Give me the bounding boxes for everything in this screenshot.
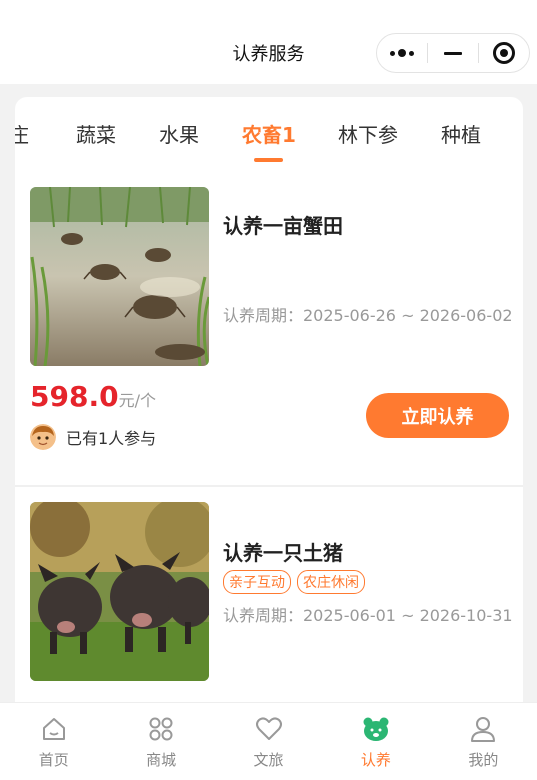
adopt-now-button[interactable]: 立即认养: [366, 393, 509, 438]
tabbar-mine[interactable]: 我的: [430, 703, 537, 780]
more-menu-button[interactable]: [377, 34, 427, 72]
heart-icon: [255, 717, 282, 740]
card-divider: [15, 485, 523, 487]
active-tab-indicator: [254, 158, 283, 162]
tab-vegetables[interactable]: 蔬菜: [76, 119, 116, 148]
adoption-period: 认养周期：2025-06-01 ~ 2026-10-31: [223, 606, 513, 625]
participants-count: 已有1人参与: [66, 429, 157, 448]
content-panel: 庄 蔬菜 水果 农畜1 林下参 种植 认养一亩蟹田 认养周期：2025-06-2…: [15, 97, 523, 737]
mini-program-capsule: [376, 33, 530, 73]
tabbar-label: 我的: [468, 751, 499, 769]
minimize-button[interactable]: [428, 34, 478, 72]
price: 598.0元/个: [30, 380, 156, 413]
tabbar-label: 文旅: [253, 751, 284, 769]
tab-forest-ginseng[interactable]: 林下参: [338, 119, 398, 148]
adoption-period: 认养周期：2025-06-26 ~ 2026-06-02: [223, 306, 513, 325]
tag: 农庄休闲: [297, 570, 365, 594]
grid-icon: [149, 717, 173, 741]
nav-bar: 认养服务: [0, 0, 537, 84]
close-miniprogram-button[interactable]: [479, 34, 529, 72]
minus-icon: [444, 51, 462, 55]
more-dots-icon: [390, 49, 414, 57]
tabbar-adopt[interactable]: 认养: [322, 703, 429, 780]
price-value: 598.0: [30, 380, 119, 413]
category-tabs: 庄 蔬菜 水果 农畜1 林下参 种植: [15, 97, 523, 163]
home-icon: [42, 718, 65, 740]
crab-field-image[interactable]: [30, 187, 209, 366]
tabbar-label: 首页: [38, 751, 69, 769]
tabbar-mall[interactable]: 商城: [107, 703, 214, 780]
tabbar-label: 商城: [146, 751, 177, 769]
tabbar-travel[interactable]: 文旅: [215, 703, 322, 780]
card-title: 认养一亩蟹田: [223, 214, 343, 238]
bear-icon: [363, 717, 389, 741]
tab-fruits[interactable]: 水果: [159, 119, 199, 148]
user-icon: [471, 717, 496, 742]
tab-farm[interactable]: 庄: [15, 119, 29, 148]
target-icon: [493, 42, 515, 64]
tag: 亲子互动: [223, 570, 291, 594]
tab-planting[interactable]: 种植: [441, 119, 481, 148]
avatar: [30, 424, 56, 450]
card-title: 认养一只土猪: [223, 541, 343, 565]
tab-livestock[interactable]: 农畜1: [242, 119, 296, 148]
tags: 亲子互动 农庄休闲: [223, 570, 365, 594]
tabbar-label: 认养: [360, 751, 391, 769]
price-unit: 元/个: [118, 391, 156, 410]
participants: 已有1人参与: [30, 424, 156, 450]
pig-image[interactable]: [30, 502, 209, 681]
bottom-tab-bar: 首页 商城 文旅 认养 我的: [0, 702, 537, 780]
tabbar-home[interactable]: 首页: [0, 703, 107, 780]
